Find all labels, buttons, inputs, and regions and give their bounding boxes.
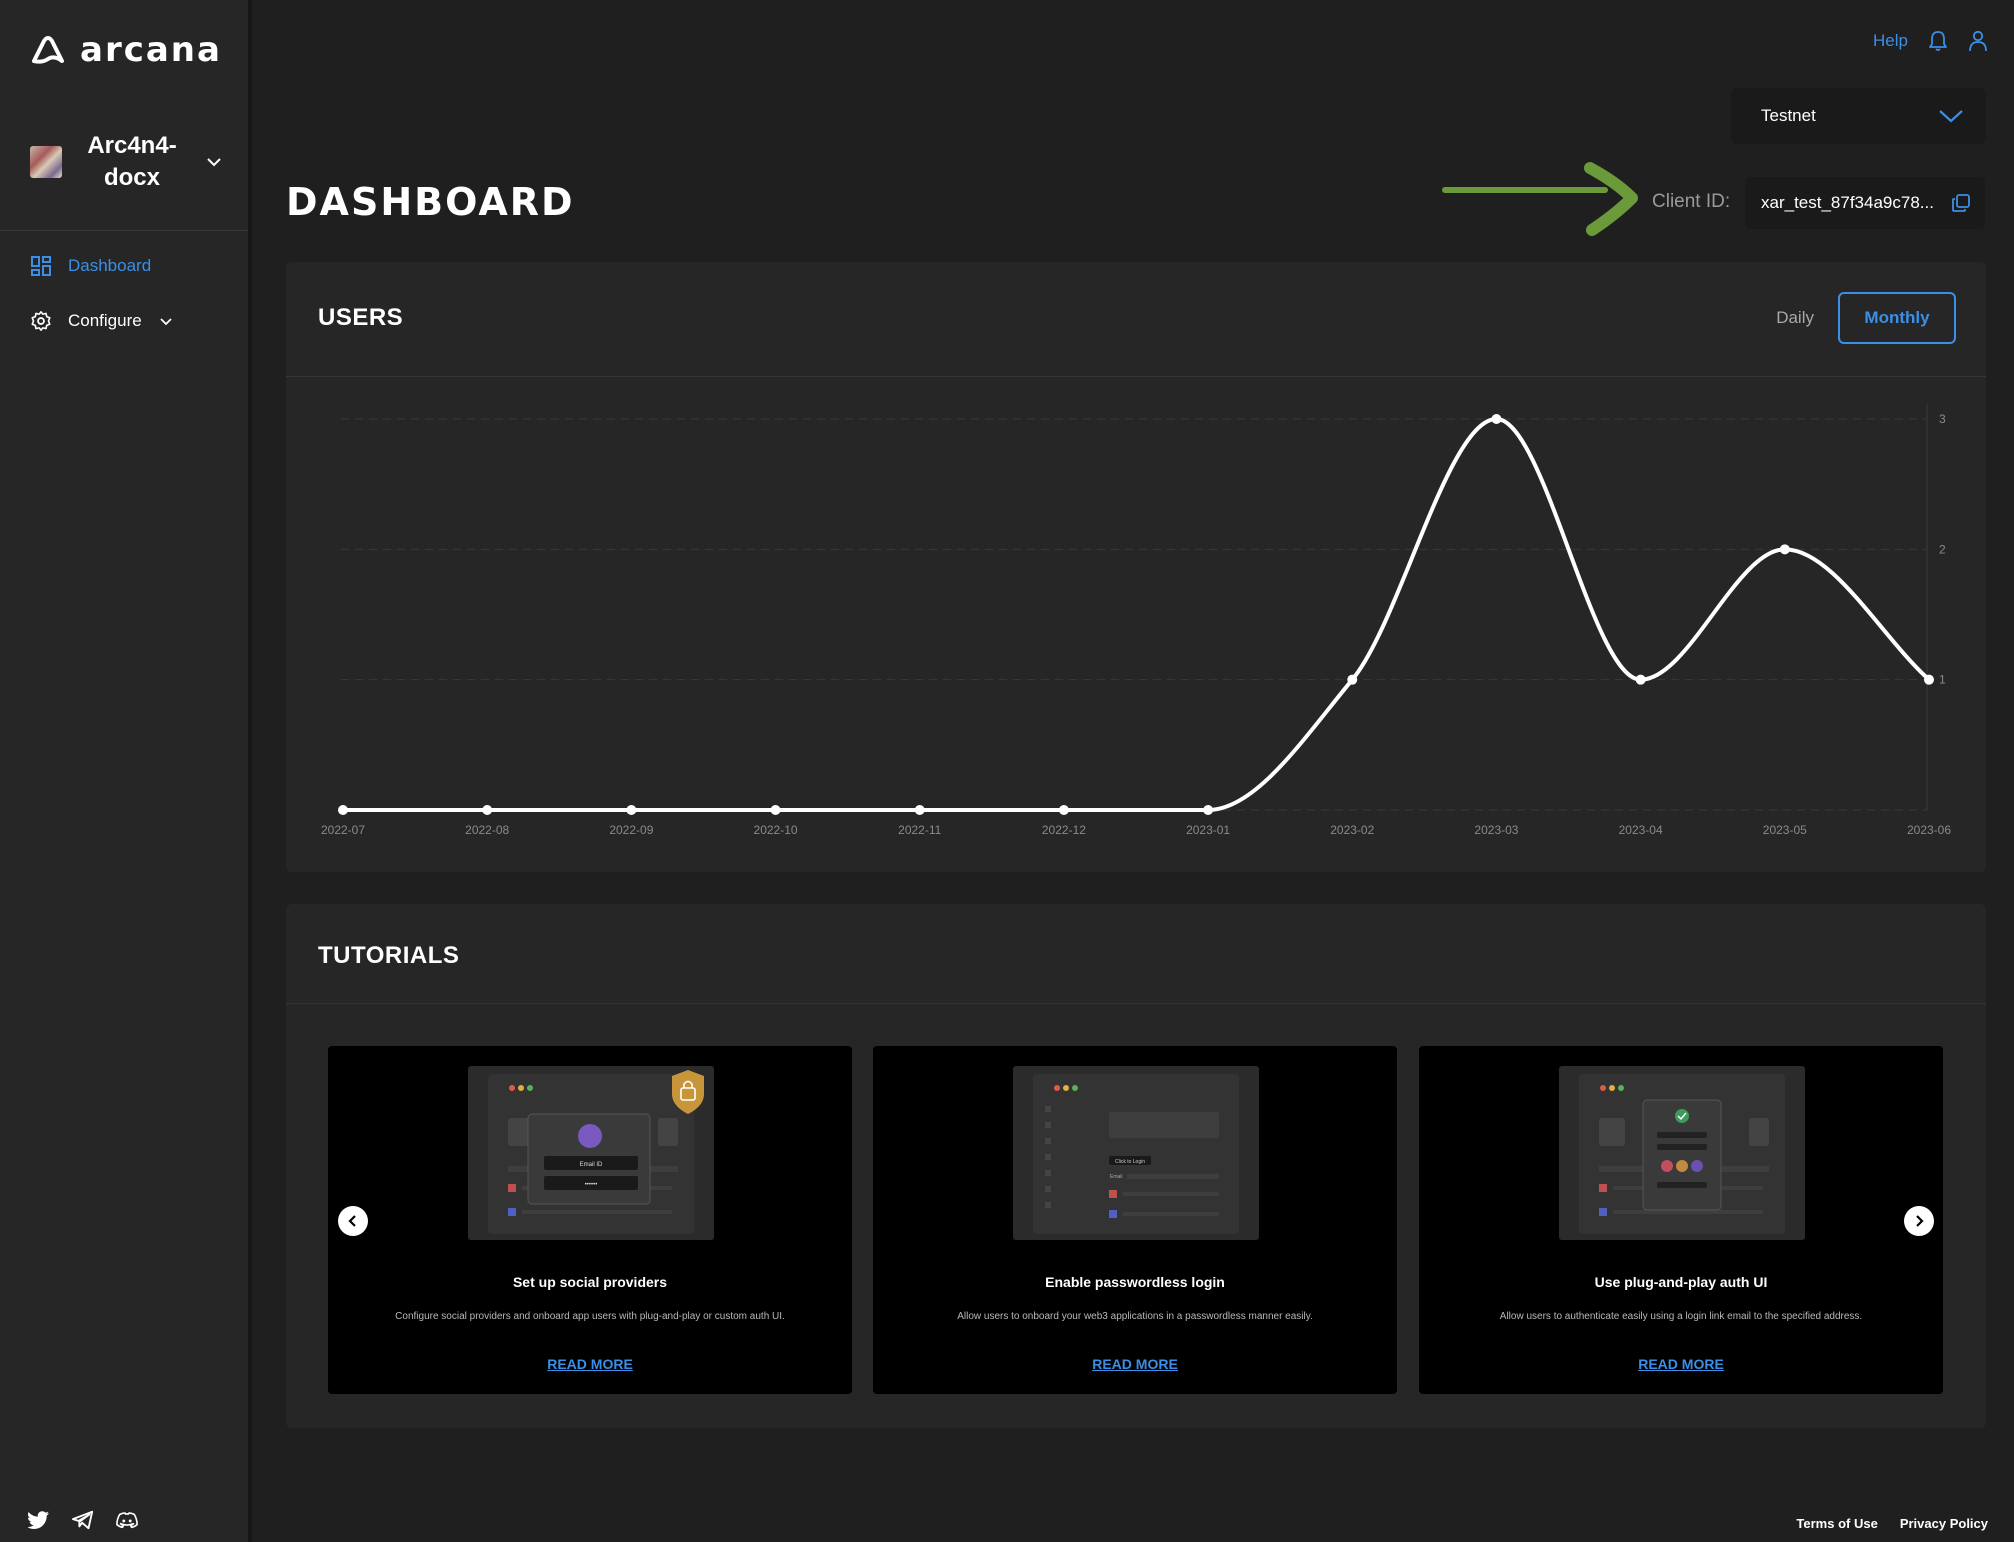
tutorials-title: TUTORIALS xyxy=(318,942,460,969)
chevron-right-icon xyxy=(1916,1215,1924,1227)
tutorial-card-auth-ui[interactable]: Use plug-and-play auth UI Allow users to… xyxy=(1419,1046,1943,1394)
client-id-label: Client ID: xyxy=(1652,191,1731,212)
read-more-link[interactable]: READ MORE xyxy=(328,1356,852,1372)
discord-icon[interactable] xyxy=(116,1511,138,1529)
chart-point xyxy=(626,805,637,815)
chart-x-tick-label: 2023-02 xyxy=(1330,823,1374,837)
network-select[interactable]: Testnet xyxy=(1731,88,1986,144)
tutorial-description: Allow users to authenticate easily using… xyxy=(1499,1311,1863,1322)
users-chart: 1 2 3 2022-07 2022-08 2022-09 2022-10 2022-11 20… xyxy=(321,404,1951,837)
app-selector[interactable]: Arc4n4- docx xyxy=(30,130,226,194)
chevron-left-icon xyxy=(348,1215,356,1227)
chart-point xyxy=(482,805,493,815)
chart-x-tick-label: 2023-04 xyxy=(1619,823,1663,837)
chart-y-tick-label: 3 xyxy=(1939,412,1946,426)
tutorial-thumbnail: Email ID •••••• xyxy=(468,1066,714,1240)
sidebar: arcana Arc4n4- docx Dashboard Configure xyxy=(0,0,252,1542)
tutorial-thumbnail xyxy=(1559,1066,1805,1240)
thumb-email-small: Email xyxy=(1110,1174,1123,1180)
chart-point xyxy=(1203,805,1214,815)
thumb-password-mask: •••••• xyxy=(585,1182,598,1188)
user-icon[interactable] xyxy=(1968,30,1988,52)
social-links xyxy=(28,1510,138,1530)
chevron-down-icon xyxy=(160,318,172,326)
chart-series-line xyxy=(342,417,1931,813)
tutorial-description: Allow users to onboard your web3 applica… xyxy=(957,1311,1313,1322)
chart-point xyxy=(1924,674,1934,685)
twitter-icon[interactable] xyxy=(28,1510,50,1530)
tutorial-description: Configure social providers and onboard a… xyxy=(395,1311,785,1322)
chart-x-tick-label: 2023-01 xyxy=(1186,823,1230,837)
footer-links: Terms of Use Privacy Policy xyxy=(1796,1516,1988,1531)
telegram-icon[interactable] xyxy=(72,1510,94,1530)
read-more-link[interactable]: READ MORE xyxy=(873,1356,1397,1372)
thumb-email-label: Email ID xyxy=(580,1162,603,1168)
read-more-link[interactable]: READ MORE xyxy=(1419,1356,1943,1372)
terms-link[interactable]: Terms of Use xyxy=(1796,1516,1877,1531)
chart-x-tick-label: 2022-09 xyxy=(609,823,653,837)
chart-point xyxy=(1635,674,1646,685)
tutorial-card-passwordless[interactable]: Click to Login Email Enable passwordless… xyxy=(873,1046,1397,1394)
chart-point xyxy=(914,805,925,815)
sidebar-divider xyxy=(0,230,248,231)
chart-x-tick-label: 2022-12 xyxy=(1042,823,1086,837)
chart-y-tick-label: 2 xyxy=(1939,542,1946,556)
arcana-logo[interactable]: arcana xyxy=(30,30,222,70)
dashboard-icon xyxy=(31,256,51,276)
arcana-logo-icon xyxy=(32,36,64,64)
brand-name: arcana xyxy=(80,30,222,70)
chart-x-tick-label: 2022-11 xyxy=(898,823,941,837)
chart-point xyxy=(1347,674,1358,685)
tutorial-thumbnail: Click to Login Email xyxy=(1013,1066,1259,1240)
users-card: USERS Daily Monthly 1 2 3 2022-07 2022-08 202… xyxy=(286,262,1986,872)
sidebar-item-label: Dashboard xyxy=(68,256,152,275)
client-id-value: xar_test_87f34a9c78... xyxy=(1761,193,1934,212)
chart-x-tick-label: 2023-06 xyxy=(1907,823,1951,837)
privacy-link[interactable]: Privacy Policy xyxy=(1900,1516,1988,1531)
top-bar: Help xyxy=(1873,30,1988,52)
chart-x-tick-label: 2023-03 xyxy=(1474,823,1518,837)
annotation-arrow-icon xyxy=(1442,162,1638,236)
tutorials-card: TUTORIALS Email ID •••••• Set up social … xyxy=(286,904,1986,1428)
page-title: DASHBOARD xyxy=(286,180,575,224)
chart-point xyxy=(338,805,348,815)
sidebar-item-label: Configure xyxy=(68,311,142,330)
thumb-click-login: Click to Login xyxy=(1115,1159,1145,1165)
chart-x-tick-label: 2022-07 xyxy=(321,823,365,837)
chart-y-tick-label: 1 xyxy=(1939,673,1946,687)
chart-x-tick-label: 2022-10 xyxy=(754,823,798,837)
tutorial-title: Set up social providers xyxy=(512,1274,668,1290)
tutorial-title: Enable passwordless login xyxy=(1045,1274,1225,1290)
carousel-next-button[interactable] xyxy=(1904,1206,1934,1236)
chart-point xyxy=(1058,805,1069,815)
chart-point xyxy=(1491,414,1502,424)
tutorial-illustration xyxy=(1579,1074,1785,1234)
tutorial-illustration: Click to Login Email xyxy=(1033,1074,1239,1234)
bell-icon[interactable] xyxy=(1928,30,1948,52)
chevron-down-icon xyxy=(207,158,221,167)
gear-icon xyxy=(31,311,51,331)
chart-point xyxy=(1779,544,1790,555)
help-link[interactable]: Help xyxy=(1873,31,1908,51)
tutorials-card-header: TUTORIALS xyxy=(286,904,1986,1004)
network-value: Testnet xyxy=(1761,106,1816,125)
app-name: Arc4n4- docx xyxy=(87,132,177,191)
client-id-field: xar_test_87f34a9c78... xyxy=(1745,177,1985,229)
chart-x-tick-label: 2022-08 xyxy=(465,823,509,837)
carousel-prev-button[interactable] xyxy=(338,1206,368,1236)
copy-icon[interactable] xyxy=(1951,193,1971,213)
sidebar-item-dashboard[interactable]: Dashboard xyxy=(30,255,151,277)
tutorial-illustration: Email ID •••••• xyxy=(488,1070,704,1234)
chart-point xyxy=(770,805,781,815)
app-avatar xyxy=(30,146,62,178)
sidebar-item-configure[interactable]: Configure xyxy=(30,310,174,332)
tutorial-title: Use plug-and-play auth UI xyxy=(1594,1274,1768,1290)
tutorial-card-social[interactable]: Email ID •••••• Set up social providers … xyxy=(328,1046,852,1394)
chevron-down-icon xyxy=(1939,110,1963,123)
chart-x-tick-label: 2023-05 xyxy=(1763,823,1807,837)
